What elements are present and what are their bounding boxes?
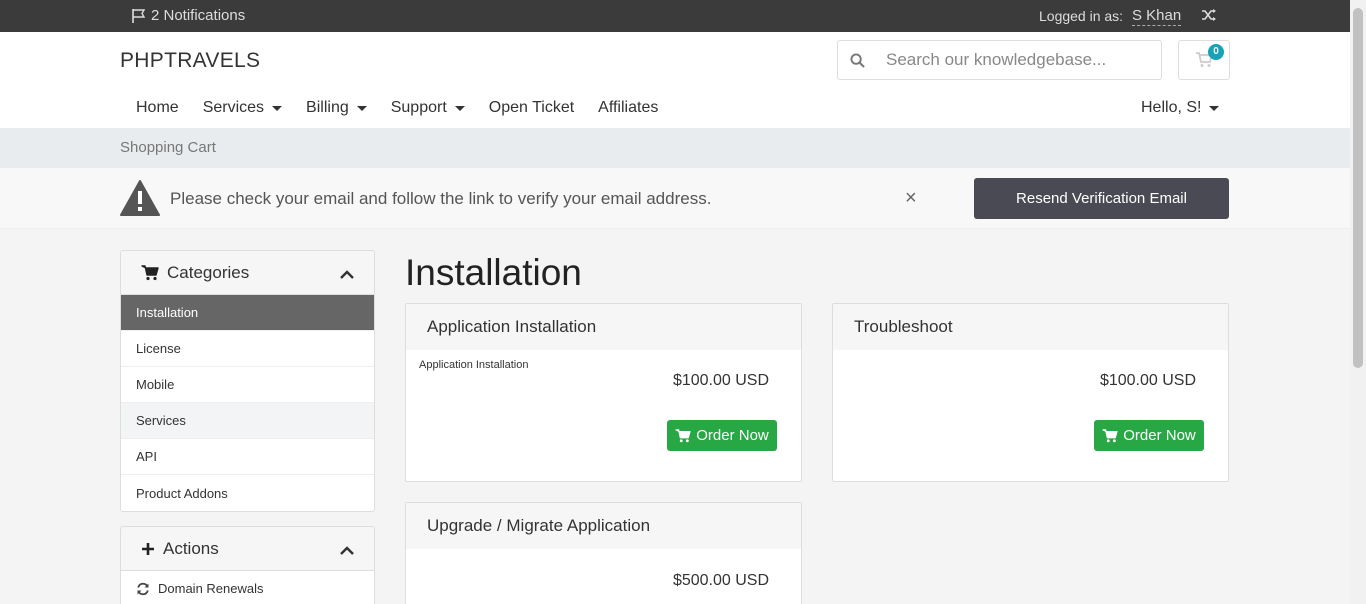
close-icon[interactable]: × <box>905 187 917 210</box>
search-input[interactable] <box>876 50 1146 70</box>
product-price: $100.00 USD <box>672 372 769 389</box>
category-license[interactable]: License <box>121 331 374 367</box>
flag-icon <box>132 8 146 23</box>
actions-title: Actions <box>163 538 219 558</box>
category-api[interactable]: API <box>121 439 374 475</box>
page-title: Installation <box>405 252 582 293</box>
categories-header[interactable]: Categories <box>121 251 374 295</box>
scrollbar-thumb[interactable] <box>1353 8 1363 368</box>
product-card: Application Installation Application Ins… <box>405 303 802 482</box>
actions-panel: Actions Domain Renewals <box>120 526 375 604</box>
caret-down-icon <box>272 105 283 111</box>
chevron-up-icon[interactable] <box>340 541 354 561</box>
category-services[interactable]: Services <box>121 403 374 439</box>
caret-down-icon <box>356 105 367 111</box>
cart-count-badge: 0 <box>1208 44 1224 60</box>
categories-title: Categories <box>167 262 250 282</box>
cart-icon <box>1102 428 1118 442</box>
caret-down-icon <box>1209 105 1220 111</box>
action-domain-renewals[interactable]: Domain Renewals <box>121 571 374 604</box>
breadcrumb: Shopping Cart <box>120 139 216 156</box>
shuffle-icon[interactable] <box>1201 8 1217 26</box>
account-menu[interactable]: Hello, S! <box>1141 99 1220 117</box>
actions-header[interactable]: Actions <box>121 527 374 571</box>
nav-open-ticket[interactable]: Open Ticket <box>489 99 574 117</box>
order-now-label: Order Now <box>1123 427 1196 444</box>
product-description: Application Installation <box>419 359 529 371</box>
nav-support[interactable]: Support <box>391 99 465 117</box>
nav-affiliates-label: Affiliates <box>598 99 659 116</box>
search-icon[interactable] <box>838 52 876 68</box>
nav-home[interactable]: Home <box>136 99 179 117</box>
nav-home-label: Home <box>136 99 179 116</box>
action-domain-renewals-label: Domain Renewals <box>158 581 264 596</box>
nav-billing[interactable]: Billing <box>306 99 367 117</box>
caret-down-icon <box>454 105 465 111</box>
order-now-button[interactable]: Order Now <box>1094 420 1204 451</box>
nav-support-label: Support <box>390 99 447 116</box>
category-installation[interactable]: Installation <box>121 295 374 331</box>
verification-alert: Please check your email and follow the l… <box>0 168 1350 229</box>
nav-services-label: Services <box>202 99 265 116</box>
chevron-up-icon[interactable] <box>340 265 354 285</box>
notifications-label: 2 Notifications <box>151 7 246 24</box>
product-price: $500.00 USD <box>672 572 769 589</box>
user-name-link[interactable]: S Khan <box>1132 7 1182 26</box>
page-scrollbar[interactable] <box>1350 0 1366 604</box>
cart-icon <box>141 264 159 281</box>
nav-open-ticket-label: Open Ticket <box>488 99 575 116</box>
notifications-link[interactable]: 2 Notifications <box>131 7 245 24</box>
nav-affiliates[interactable]: Affiliates <box>598 99 658 117</box>
warning-icon <box>119 179 161 222</box>
nav-billing-label: Billing <box>306 99 349 116</box>
product-name: Upgrade / Migrate Application <box>406 503 801 549</box>
breadcrumb-bar: Shopping Cart <box>0 128 1350 168</box>
main-nav: Home Services Billing Support Open Ticke… <box>136 99 682 117</box>
hello-label: Hello, S! <box>1141 99 1202 116</box>
product-card: Troubleshoot $100.00 USD Order Now <box>832 303 1229 482</box>
alert-message: Please check your email and follow the l… <box>170 189 712 208</box>
cart-icon <box>675 428 691 442</box>
product-name: Troubleshoot <box>833 304 1228 350</box>
knowledgebase-search <box>837 40 1162 80</box>
nav-services[interactable]: Services <box>202 99 283 117</box>
product-name: Application Installation <box>406 304 801 350</box>
category-product-addons[interactable]: Product Addons <box>121 475 374 511</box>
brand-logo[interactable]: PHPTRAVELS <box>120 49 260 73</box>
cart-button[interactable]: 0 <box>1178 40 1230 80</box>
order-now-button[interactable]: Order Now <box>667 420 777 451</box>
top-bar: 2 Notifications Logged in as: S Khan <box>0 0 1350 32</box>
product-card: Upgrade / Migrate Application $500.00 US… <box>405 502 802 604</box>
logged-in-label: Logged in as: <box>1039 8 1124 24</box>
plus-icon <box>141 542 155 556</box>
category-mobile[interactable]: Mobile <box>121 367 374 403</box>
refresh-icon <box>136 582 150 596</box>
header: PHPTRAVELS 0 Home Services Billing Suppo… <box>0 32 1350 128</box>
order-now-label: Order Now <box>696 427 769 444</box>
resend-verification-button[interactable]: Resend Verification Email <box>974 178 1229 219</box>
product-price: $100.00 USD <box>1099 372 1196 389</box>
categories-panel: Categories Installation License Mobile S… <box>120 250 375 512</box>
